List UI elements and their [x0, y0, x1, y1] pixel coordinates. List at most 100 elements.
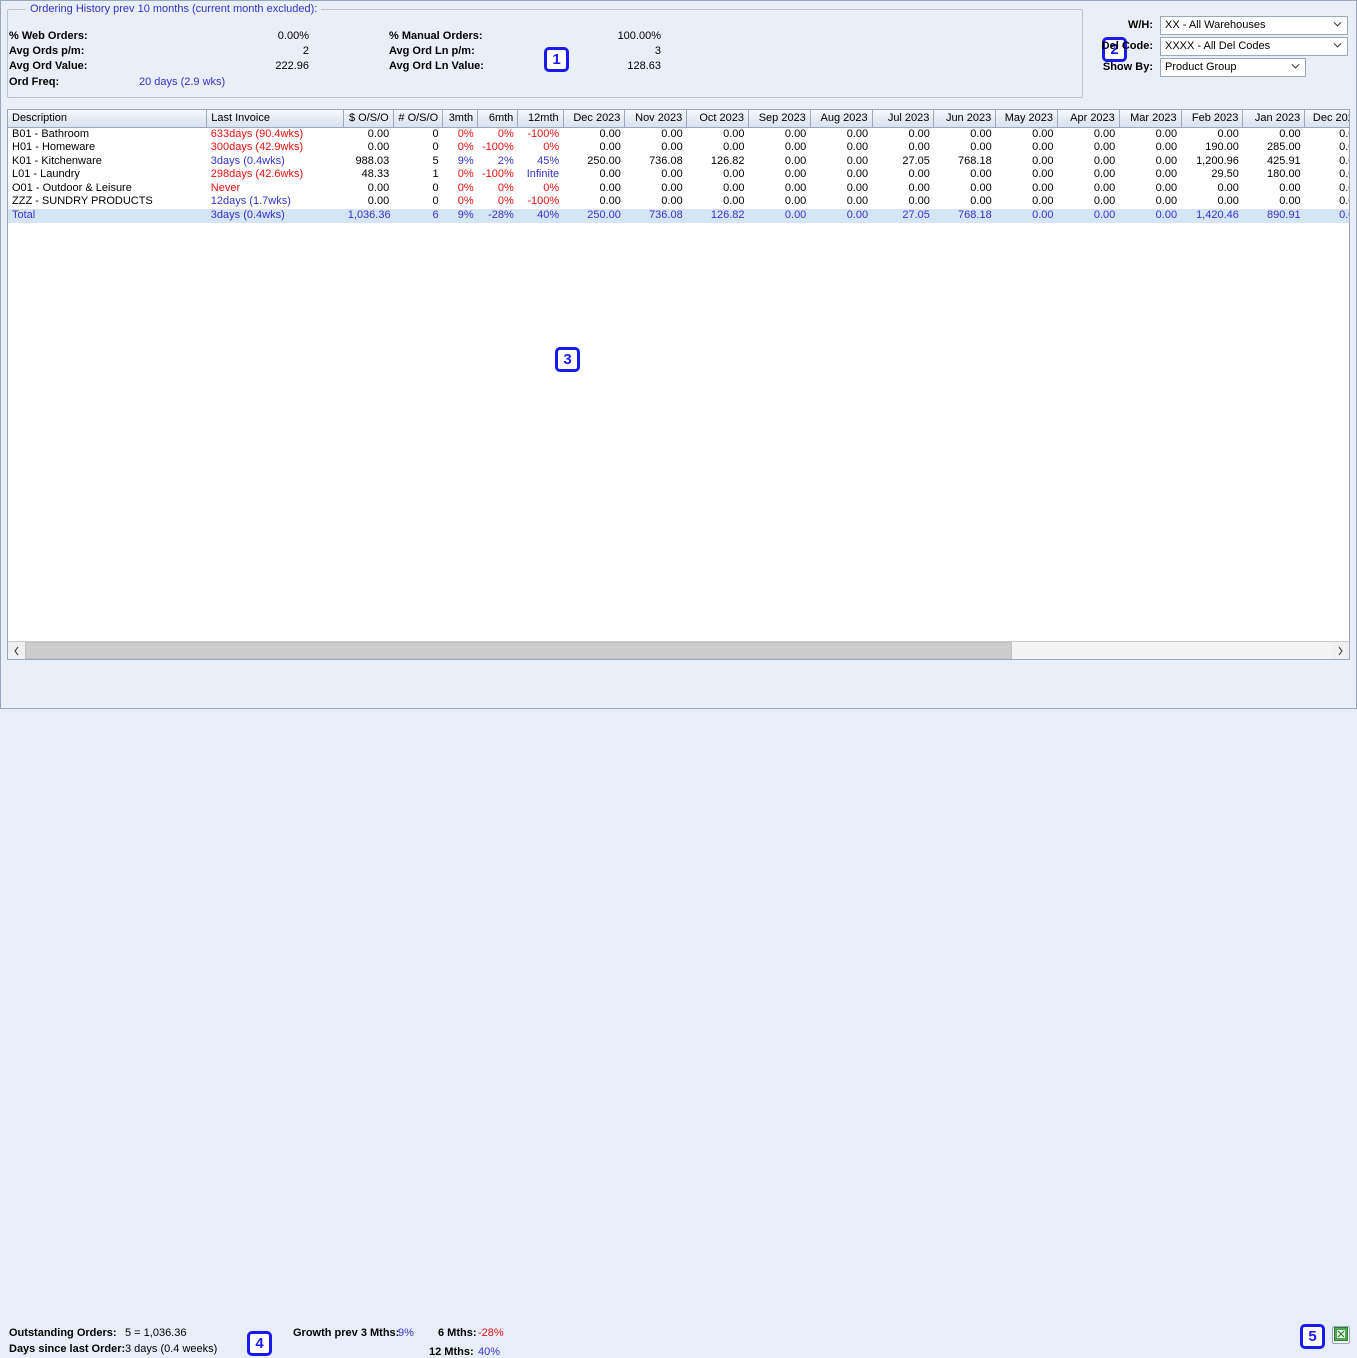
column-header[interactable]: Jul 2023 — [872, 110, 934, 127]
table-cell: 0.00 — [810, 155, 872, 169]
table-cell: 1,036.36 — [344, 209, 393, 223]
column-header[interactable]: 3mth — [443, 110, 478, 127]
table-cell: -100% — [478, 141, 518, 155]
annotation-badge-5: 5 — [1300, 1324, 1325, 1349]
del-code-select[interactable]: XXXX - All Del Codes — [1160, 37, 1348, 56]
column-header[interactable]: Jun 2023 — [934, 110, 996, 127]
export-to-excel-button[interactable] — [1332, 1326, 1350, 1344]
table-cell: 988.03 — [344, 155, 393, 169]
show-by-filter-row: Show By: Product Group — [1098, 57, 1348, 77]
column-header[interactable]: Mar 2023 — [1119, 110, 1181, 127]
table-cell: 0.00 — [872, 195, 934, 209]
table-cell: 9% — [443, 209, 478, 223]
table-cell: 0.00 — [1058, 209, 1120, 223]
table-cell: H01 - Homeware — [8, 141, 207, 155]
column-header[interactable]: 6mth — [478, 110, 518, 127]
scroll-thumb[interactable] — [25, 642, 1012, 659]
avg-ords-pm-value: 2 — [229, 45, 309, 57]
column-header[interactable]: Jan 2023 — [1243, 110, 1305, 127]
column-header[interactable]: $ O/S/O — [344, 110, 393, 127]
table-cell: 190.00 — [1181, 141, 1243, 155]
table-cell: B01 - Bathroom — [8, 127, 207, 141]
column-header[interactable]: 12mth — [518, 110, 563, 127]
table-cell: 285.00 — [1243, 141, 1305, 155]
growth-12mths-label: 12 Mths: — [429, 1346, 474, 1358]
table-cell: 0 — [393, 127, 442, 141]
table-cell: 27.05 — [872, 209, 934, 223]
table-cell: 0.00 — [749, 141, 811, 155]
table-cell: 0.00 — [625, 168, 687, 182]
table-cell: 768.18 — [934, 155, 996, 169]
table-cell: 0.00 — [1119, 168, 1181, 182]
warehouse-select[interactable]: XX - All Warehouses — [1160, 16, 1348, 35]
table-cell: 0.00 — [1058, 127, 1120, 141]
scroll-track[interactable] — [25, 642, 1332, 659]
table-cell: 0.00 — [1305, 195, 1349, 209]
avg-ords-pm-label: Avg Ords p/m: — [9, 45, 84, 57]
table-row[interactable]: O01 - Outdoor & LeisureNever0.0000%0%0%0… — [8, 182, 1349, 196]
avg-ord-value-value: 222.96 — [229, 60, 309, 72]
column-header[interactable]: Dec 2023 — [563, 110, 625, 127]
table-cell: 40% — [518, 209, 563, 223]
growth-6mths-value: -28% — [478, 1327, 504, 1339]
table-cell: -100% — [478, 168, 518, 182]
table-cell: 0.00 — [1305, 182, 1349, 196]
table-cell: 0.00 — [872, 127, 934, 141]
column-header[interactable]: Nov 2023 — [625, 110, 687, 127]
table-cell: 0% — [478, 127, 518, 141]
column-header[interactable]: # O/S/O — [393, 110, 442, 127]
column-header[interactable]: Description — [8, 110, 207, 127]
table-cell: Never — [207, 182, 344, 196]
ordering-history-legend: Ordering History prev 10 months (current… — [26, 3, 321, 15]
column-header[interactable]: Oct 2023 — [687, 110, 749, 127]
table-cell: 0.00 — [625, 182, 687, 196]
table-cell: 27.05 — [872, 155, 934, 169]
horizontal-scrollbar[interactable] — [8, 641, 1349, 659]
table-cell: 0.00 — [749, 182, 811, 196]
column-header[interactable]: Sep 2023 — [749, 110, 811, 127]
column-header[interactable]: Last Invoice — [207, 110, 344, 127]
growth-6mths-label: 6 Mths: — [438, 1327, 477, 1339]
column-header[interactable]: Feb 2023 — [1181, 110, 1243, 127]
table-total-row[interactable]: Total3days (0.4wks)1,036.3669%-28%40%250… — [8, 209, 1349, 223]
table-cell: 0.00 — [1305, 168, 1349, 182]
table-cell: 0.00 — [1119, 155, 1181, 169]
table-cell: 0 — [393, 141, 442, 155]
table-cell: 736.08 — [625, 155, 687, 169]
table-cell: 0.00 — [563, 127, 625, 141]
column-header[interactable]: May 2023 — [996, 110, 1058, 127]
table-cell: 0.00 — [1305, 127, 1349, 141]
table-cell: 0.00 — [563, 182, 625, 196]
table-header-row: DescriptionLast Invoice$ O/S/O# O/S/O3mt… — [8, 110, 1349, 127]
table-cell: 0 — [393, 182, 442, 196]
table-cell: 0.00 — [1243, 127, 1305, 141]
table-cell: 300days (42.9wks) — [207, 141, 344, 155]
scroll-left-button[interactable] — [8, 642, 25, 659]
chevron-down-icon — [1333, 20, 1342, 29]
column-header[interactable]: Apr 2023 — [1058, 110, 1120, 127]
table-row[interactable]: H01 - Homeware300days (42.9wks)0.0000%-1… — [8, 141, 1349, 155]
table-cell: 0.00 — [749, 168, 811, 182]
table-cell: 0.00 — [1058, 182, 1120, 196]
table-cell: 1 — [393, 168, 442, 182]
table-row[interactable]: B01 - Bathroom633days (90.4wks)0.0000%0%… — [8, 127, 1349, 141]
table-cell: O01 - Outdoor & Leisure — [8, 182, 207, 196]
table-cell: 0.00 — [996, 182, 1058, 196]
column-header[interactable]: Aug 2023 — [810, 110, 872, 127]
del-code-select-value: XXXX - All Del Codes — [1165, 40, 1270, 52]
table-row[interactable]: ZZZ - SUNDRY PRODUCTS12days (1.7wks)0.00… — [8, 195, 1349, 209]
show-by-label: Show By: — [1098, 61, 1160, 73]
table-cell: 0.00 — [625, 127, 687, 141]
manual-orders-value: 100.00% — [581, 30, 661, 42]
table-cell: 0.00 — [1119, 182, 1181, 196]
table-cell: 0.00 — [996, 127, 1058, 141]
table-cell: 0.00 — [687, 182, 749, 196]
column-header[interactable]: Dec 2022 — [1305, 110, 1349, 127]
show-by-select[interactable]: Product Group — [1160, 58, 1306, 77]
table-row[interactable]: K01 - Kitchenware3days (0.4wks)988.0359%… — [8, 155, 1349, 169]
scroll-right-button[interactable] — [1332, 642, 1349, 659]
table-cell: 0.00 — [810, 195, 872, 209]
table-row[interactable]: L01 - Laundry298days (42.6wks)48.3310%-1… — [8, 168, 1349, 182]
table-cell: 0.00 — [687, 141, 749, 155]
web-orders-value: 0.00% — [229, 30, 309, 42]
